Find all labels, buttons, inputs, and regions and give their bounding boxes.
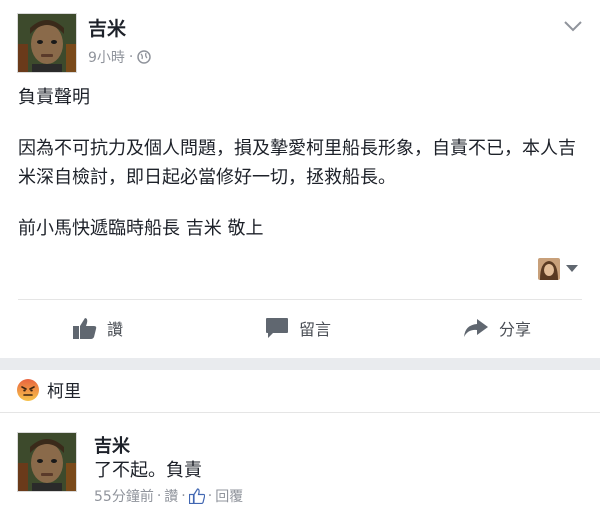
comments-divider [0,412,600,413]
comment-meta: 55分鐘前 · 讚 · · 回覆 [94,486,243,506]
meta-dot: · [156,488,162,504]
divider [18,299,582,300]
author-avatar[interactable] [17,13,77,73]
comment-button[interactable]: 留言 [265,308,331,348]
post-line-statement: 因為不可抗力及個人問題，損及摯愛柯里船長形象，自責不已，本人吉米深自檢討，即日起… [18,138,576,188]
like-count-icon[interactable] [188,488,205,504]
reactor-name[interactable]: 柯里 [47,377,81,402]
comment-timestamp[interactable]: 55分鐘前 [94,486,154,506]
viewer-portrait [538,258,560,280]
reaction-row[interactable]: 柯里 [16,377,81,402]
section-divider-band [0,358,600,370]
post-timestamp[interactable]: 9小時 [88,47,125,67]
caret-down-icon[interactable] [566,265,578,273]
avatar-portrait [18,433,76,491]
thumbs-up-icon [73,318,97,339]
commenter-avatar[interactable] [17,432,77,492]
post-line-signature: 前小馬快遞臨時船長 吉米 敬上 [18,218,264,239]
meta-dot: · [181,488,186,504]
post-action-bar: 讚 留言 分享 [0,308,600,348]
like-label: 讚 [107,320,124,339]
like-button[interactable]: 讚 [73,308,123,348]
share-arrow-icon [464,319,488,337]
post-card: 吉米 9小時 · 負責聲明 因為不可抗力及個人問題，損及摯愛柯里船長形象，自責不… [0,0,600,358]
post-line-title: 負責聲明 [18,87,90,108]
share-button[interactable]: 分享 [463,308,531,348]
post-meta: 9小時 · [88,47,152,67]
reply-link[interactable]: 回覆 [215,486,243,506]
share-label: 分享 [499,320,532,339]
chevron-down-icon[interactable] [562,18,584,34]
meta-dot: · [207,488,213,504]
post-body: 負責聲明 因為不可抗力及個人問題，損及摯愛柯里船長形象，自責不已，本人吉米深自檢… [18,83,578,243]
commenter-name[interactable]: 吉米 [94,432,130,458]
viewer-avatar[interactable] [538,258,560,280]
comment-text: 了不起。負責 [94,460,202,481]
meta-dot: · [128,49,134,65]
globe-icon[interactable] [137,50,152,64]
post-author-name[interactable]: 吉米 [88,14,126,41]
avatar-portrait [18,14,76,72]
angry-reaction-icon [17,378,39,401]
comment-label: 留言 [299,320,332,339]
comment-bubble-icon [266,318,288,338]
comment-like-link[interactable]: 讚 [164,486,178,506]
